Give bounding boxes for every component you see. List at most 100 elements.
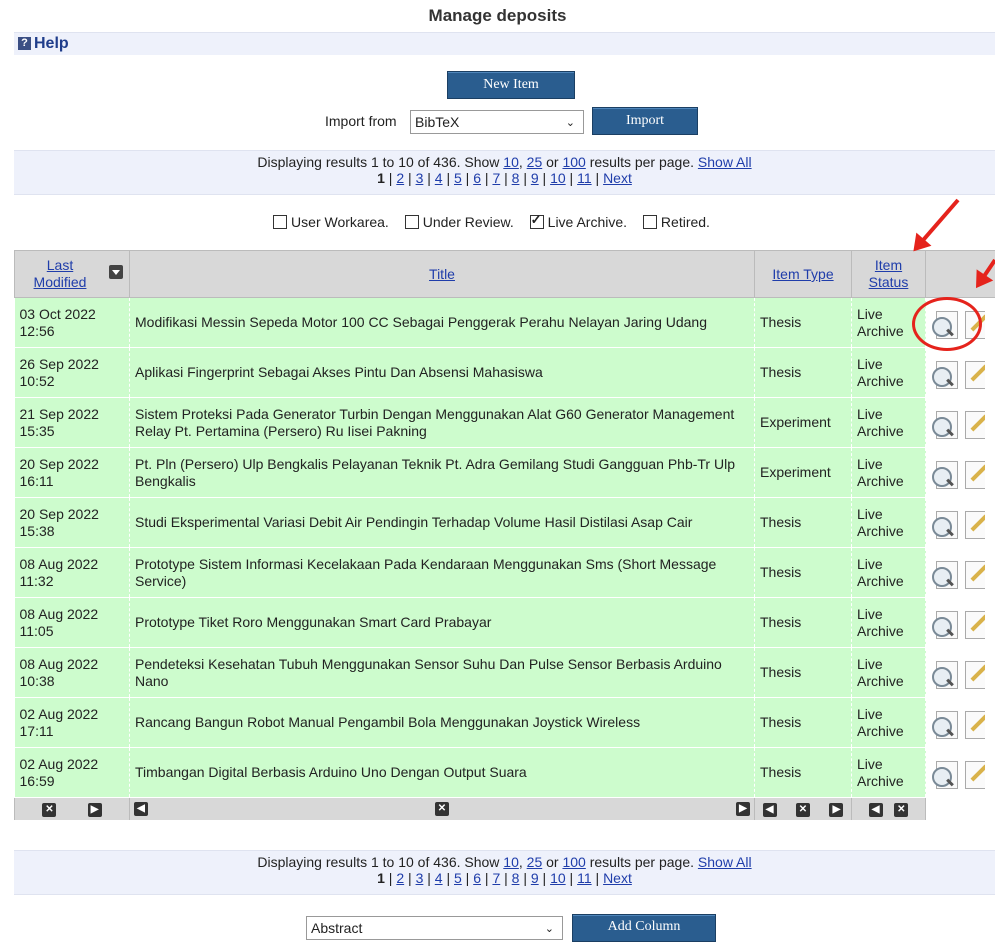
per-page-100-link[interactable]: 100 — [562, 854, 585, 870]
edit-pencil-icon[interactable] — [965, 661, 985, 689]
filter-live-archive[interactable]: Live Archive. — [530, 214, 627, 230]
edit-pencil-icon[interactable] — [965, 761, 985, 789]
sort-item-status-link[interactable]: Item Status — [864, 257, 914, 291]
move-left-icon[interactable]: ◀ — [869, 803, 883, 817]
next-page-link[interactable]: Next — [603, 870, 632, 886]
checkbox-checked[interactable] — [530, 215, 544, 229]
col-header-title: Title — [130, 251, 755, 298]
edit-pencil-icon[interactable] — [965, 511, 985, 539]
move-right-icon[interactable]: ▶ — [88, 803, 102, 817]
cell-last-modified: 21 Sep 202215:35 — [15, 398, 130, 448]
add-column-button[interactable]: Add Column — [572, 914, 716, 942]
checkbox[interactable] — [405, 215, 419, 229]
view-magnifier-icon[interactable] — [932, 711, 960, 739]
help-link[interactable]: Help — [34, 35, 69, 52]
page-link[interactable]: 7 — [492, 170, 500, 186]
per-page-25-link[interactable]: 25 — [527, 154, 543, 170]
sort-desc-icon[interactable] — [109, 265, 123, 279]
per-page-100-link[interactable]: 100 — [562, 154, 585, 170]
time-text: 12:56 — [20, 323, 55, 339]
filter-label: Under Review. — [423, 214, 514, 230]
filter-user-workarea[interactable]: User Workarea. — [273, 214, 389, 230]
sort-title-link[interactable]: Title — [429, 266, 455, 282]
cell-last-modified: 20 Sep 202216:11 — [15, 448, 130, 498]
page-link[interactable]: 9 — [531, 870, 539, 886]
per-page-10-link[interactable]: 10 — [503, 154, 519, 170]
page-link[interactable]: 2 — [396, 170, 404, 186]
table-row: 08 Aug 202211:05Prototype Tiket Roro Men… — [15, 598, 995, 648]
page-link[interactable]: 9 — [531, 170, 539, 186]
per-page-10-link[interactable]: 10 — [503, 854, 519, 870]
page-link[interactable]: 3 — [416, 170, 424, 186]
cell-title: Rancang Bangun Robot Manual Pengambil Bo… — [130, 698, 755, 748]
view-magnifier-icon[interactable] — [932, 461, 960, 489]
filter-under-review[interactable]: Under Review. — [405, 214, 514, 230]
view-magnifier-icon[interactable] — [932, 611, 960, 639]
view-magnifier-icon[interactable] — [932, 411, 960, 439]
filter-retired[interactable]: Retired. — [643, 214, 710, 230]
view-magnifier-icon[interactable] — [932, 661, 960, 689]
show-all-link[interactable]: Show All — [698, 154, 752, 170]
page-link[interactable]: 7 — [492, 870, 500, 886]
import-format-select[interactable]: BibTeX ⌄ — [410, 110, 584, 134]
show-all-link[interactable]: Show All — [698, 854, 752, 870]
help-icon[interactable]: ? — [18, 37, 31, 50]
chevron-down-icon: ⌄ — [566, 112, 575, 134]
edit-pencil-icon[interactable] — [965, 611, 985, 639]
page-link[interactable]: 10 — [550, 870, 566, 886]
new-item-button[interactable]: New Item — [447, 71, 575, 99]
checkbox[interactable] — [273, 215, 287, 229]
filter-label: Live Archive. — [548, 214, 627, 230]
view-magnifier-icon[interactable] — [932, 561, 960, 589]
move-left-icon[interactable]: ◀ — [134, 802, 148, 816]
add-column-select[interactable]: Abstract ⌄ — [306, 916, 563, 940]
page-link[interactable]: 4 — [435, 170, 443, 186]
move-left-icon[interactable]: ◀ — [763, 803, 777, 817]
cell-title: Pendeteksi Kesehatan Tubuh Menggunakan S… — [130, 648, 755, 698]
page-link[interactable]: 11 — [577, 870, 592, 886]
cell-title: Modifikasi Messin Sepeda Motor 100 CC Se… — [130, 298, 755, 348]
remove-column-icon[interactable]: ✕ — [435, 802, 449, 816]
checkbox[interactable] — [643, 215, 657, 229]
page-link[interactable]: 5 — [454, 870, 462, 886]
edit-pencil-icon[interactable] — [965, 361, 985, 389]
edit-pencil-icon[interactable] — [965, 411, 985, 439]
table-row: 02 Aug 202217:11Rancang Bangun Robot Man… — [15, 698, 995, 748]
page-link[interactable]: 2 — [396, 870, 404, 886]
page-link[interactable]: 5 — [454, 170, 462, 186]
view-magnifier-icon[interactable] — [932, 761, 960, 789]
view-magnifier-icon[interactable] — [932, 511, 960, 539]
remove-column-icon[interactable]: ✕ — [894, 803, 908, 817]
page-link[interactable]: 8 — [512, 870, 520, 886]
page-link[interactable]: 3 — [416, 870, 424, 886]
deposits-table: Last Modified Title Item Type Item Statu… — [14, 250, 995, 821]
date-text: 20 Sep 2022 — [20, 456, 99, 472]
next-page-link[interactable]: Next — [603, 170, 632, 186]
view-magnifier-icon[interactable] — [932, 361, 960, 389]
page-link[interactable]: 11 — [577, 170, 592, 186]
date-text: 21 Sep 2022 — [20, 406, 99, 422]
filter-label: Retired. — [661, 214, 710, 230]
edit-pencil-icon[interactable] — [965, 711, 985, 739]
cell-actions — [926, 348, 995, 398]
per-page-25-link[interactable]: 25 — [527, 854, 543, 870]
page-link[interactable]: 4 — [435, 870, 443, 886]
cell-actions — [926, 448, 995, 498]
move-right-icon[interactable]: ▶ — [829, 803, 843, 817]
move-right-icon[interactable]: ▶ — [736, 802, 750, 816]
page-link[interactable]: 8 — [512, 170, 520, 186]
cell-actions — [926, 748, 995, 798]
page-link[interactable]: 6 — [473, 870, 481, 886]
import-button[interactable]: Import — [592, 107, 698, 135]
remove-column-icon[interactable]: ✕ — [42, 803, 56, 817]
sort-last-modified-link[interactable]: Last Modified — [25, 257, 95, 291]
date-text: 02 Aug 2022 — [20, 706, 99, 722]
page-link[interactable]: 10 — [550, 170, 566, 186]
edit-pencil-icon[interactable] — [965, 561, 985, 589]
sort-item-type-link[interactable]: Item Type — [772, 266, 833, 282]
page-link[interactable]: 6 — [473, 170, 481, 186]
remove-column-icon[interactable]: ✕ — [796, 803, 810, 817]
cell-last-modified: 03 Oct 202212:56 — [15, 298, 130, 348]
help-bar[interactable]: ?Help — [14, 32, 995, 55]
edit-pencil-icon[interactable] — [965, 461, 985, 489]
